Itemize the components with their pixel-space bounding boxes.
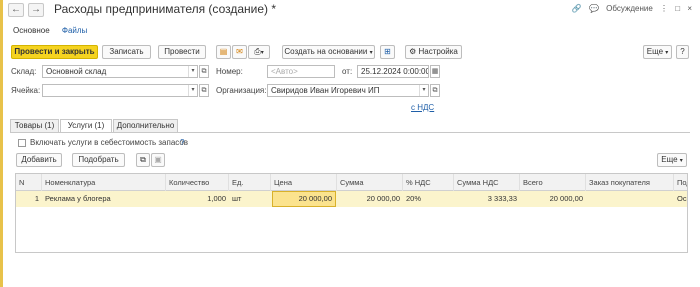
col-header-sub[interactable]: Под <box>674 174 687 191</box>
arrow-right-icon: → <box>31 4 41 15</box>
col-header-vat-sum[interactable]: Сумма НДС <box>454 174 520 191</box>
create-based-on-button[interactable]: Создать на основании ▾ <box>282 45 375 59</box>
organization-open-link[interactable]: ⧉ <box>430 84 440 97</box>
cell-vat-rate[interactable]: 20% <box>403 191 454 207</box>
link-icon: ⧉ <box>201 68 207 75</box>
date-prefix: от: <box>342 67 353 76</box>
help-icon[interactable]: ? <box>180 138 184 147</box>
title-bar-actions: 🔗 💬 Обсуждение ⋮ □ × <box>567 4 692 13</box>
link-icon: ⧉ <box>432 87 438 94</box>
calendar-icon: ▦ <box>431 68 439 75</box>
warehouse-field[interactable]: Основной склад ▾ <box>42 65 198 78</box>
gear-icon: ⚙ <box>409 47 417 56</box>
print-button[interactable]: ⎙▾ <box>248 45 270 59</box>
table-row[interactable]: 1 Реклама у блогера 1,000 шт 20 000,00 2… <box>16 191 687 207</box>
chevron-down-icon[interactable]: ▾ <box>188 66 197 77</box>
envelope-icon: ✉ <box>236 47 243 56</box>
cell-field[interactable]: ▾ <box>42 84 198 97</box>
discussion-button[interactable]: Обсуждение <box>606 4 653 13</box>
organization-field[interactable]: Свиридов Иван Игоревич ИП ▾ <box>267 84 429 97</box>
report-icon: ▤ <box>219 47 228 56</box>
col-header-unit[interactable]: Ед. <box>229 174 271 191</box>
cell-unit[interactable]: шт <box>229 191 271 207</box>
cell-item[interactable]: Реклама у блогера <box>42 191 166 207</box>
title-bar: ← → Расходы предпринимателя (создание) *… <box>8 2 692 19</box>
back-button[interactable]: ← <box>8 3 24 17</box>
col-header-total[interactable]: Всего <box>520 174 586 191</box>
arrow-left-icon: ← <box>11 4 21 15</box>
services-table: N Номенклатура Количество Ед. Цена Сумма… <box>15 173 688 253</box>
include-cost-checkbox[interactable] <box>18 139 26 147</box>
col-header-price[interactable]: Цена <box>271 174 337 191</box>
col-header-quantity[interactable]: Количество <box>166 174 229 191</box>
col-header-sum[interactable]: Сумма <box>337 174 403 191</box>
maximize-icon[interactable]: □ <box>675 4 680 13</box>
cell-open-link[interactable]: ⧉ <box>199 84 209 97</box>
table-header: N Номенклатура Количество Ед. Цена Сумма… <box>16 174 687 191</box>
chevron-down-icon: ▾ <box>260 50 264 56</box>
cell-sum[interactable]: 20 000,00 <box>337 191 403 207</box>
tab-goods[interactable]: Товары (1) <box>10 119 59 133</box>
chevron-down-icon[interactable]: ▾ <box>419 85 428 96</box>
number-label: Номер: <box>216 67 243 76</box>
table-more-button[interactable]: Еще ▾ <box>657 153 687 167</box>
mail-button[interactable]: ✉ <box>232 45 247 59</box>
tabs-divider <box>10 132 690 133</box>
post-button[interactable]: Провести <box>158 45 206 59</box>
pick-button[interactable]: Подобрать <box>72 153 125 167</box>
copy-button[interactable]: ⧉ <box>136 153 150 167</box>
forward-button[interactable]: → <box>28 3 44 17</box>
date-field[interactable]: 25.12.2024 0:00:00 <box>357 65 429 78</box>
paste-button[interactable]: ▣ <box>151 153 165 167</box>
settings-button[interactable]: ⚙ Настройка <box>405 45 462 59</box>
post-and-close-button[interactable]: Провести и закрыть <box>11 45 98 59</box>
tab-additional[interactable]: Дополнительно <box>113 119 178 133</box>
chevron-down-icon: ▾ <box>369 50 373 56</box>
col-header-vat-rate[interactable]: % НДС <box>403 174 454 191</box>
more-button[interactable]: Еще ▾ <box>643 45 672 59</box>
tab-main[interactable]: Основное <box>13 26 50 35</box>
warehouse-label: Склад: <box>11 67 37 76</box>
col-header-item[interactable]: Номенклатура <box>42 174 166 191</box>
more-menu-icon[interactable]: ⋮ <box>660 4 668 13</box>
cell-n: 1 <box>34 194 39 203</box>
tab-files[interactable]: Файлы <box>62 26 87 35</box>
chevron-down-icon[interactable]: ▾ <box>188 85 197 96</box>
vat-mode-link[interactable]: с НДС <box>411 103 434 112</box>
add-button[interactable]: Добавить <box>16 153 62 167</box>
include-cost-label: Включать услуги в себестоимость запасов <box>30 138 189 147</box>
section-tabs: Основное Файлы <box>13 26 97 35</box>
tab-services[interactable]: Услуги (1) <box>60 119 112 133</box>
save-button[interactable]: Записать <box>102 45 151 59</box>
cell-customer-order[interactable] <box>586 191 674 207</box>
structure-icon: ⊞ <box>384 47 391 56</box>
page-title: Расходы предпринимателя (создание) * <box>54 2 277 16</box>
report-button[interactable]: ▤ <box>216 45 231 59</box>
help-button[interactable]: ? <box>676 45 689 59</box>
clipboard-icon: ▣ <box>154 155 162 164</box>
calendar-button[interactable]: ▦ <box>430 65 440 78</box>
copy-icon: ⧉ <box>140 155 146 164</box>
col-header-n[interactable]: N <box>16 174 42 191</box>
chevron-down-icon: ▾ <box>679 158 683 164</box>
link-icon: ⧉ <box>201 87 207 94</box>
warehouse-open-link[interactable]: ⧉ <box>199 65 209 78</box>
close-icon[interactable]: × <box>687 4 692 13</box>
chevron-down-icon: ▾ <box>665 50 669 56</box>
col-header-customer-order[interactable]: Заказ покупателя <box>586 174 674 191</box>
discussion-icon[interactable]: 💬 <box>589 4 599 13</box>
window-frame-accent <box>0 0 3 287</box>
cell-price[interactable]: 20 000,00 <box>272 191 336 207</box>
cell-quantity[interactable]: 1,000 <box>166 191 229 207</box>
cell-total[interactable]: 20 000,00 <box>520 191 586 207</box>
organization-label: Организация: <box>216 86 267 95</box>
link-icon[interactable]: 🔗 <box>572 4 582 13</box>
cell-vat-sum[interactable]: 3 333,33 <box>454 191 520 207</box>
cell-label: Ячейка: <box>11 86 41 95</box>
structure-button[interactable]: ⊞ <box>380 45 395 59</box>
number-field[interactable]: <Авто> <box>267 65 335 78</box>
cell-sub[interactable]: Осн <box>674 191 687 207</box>
